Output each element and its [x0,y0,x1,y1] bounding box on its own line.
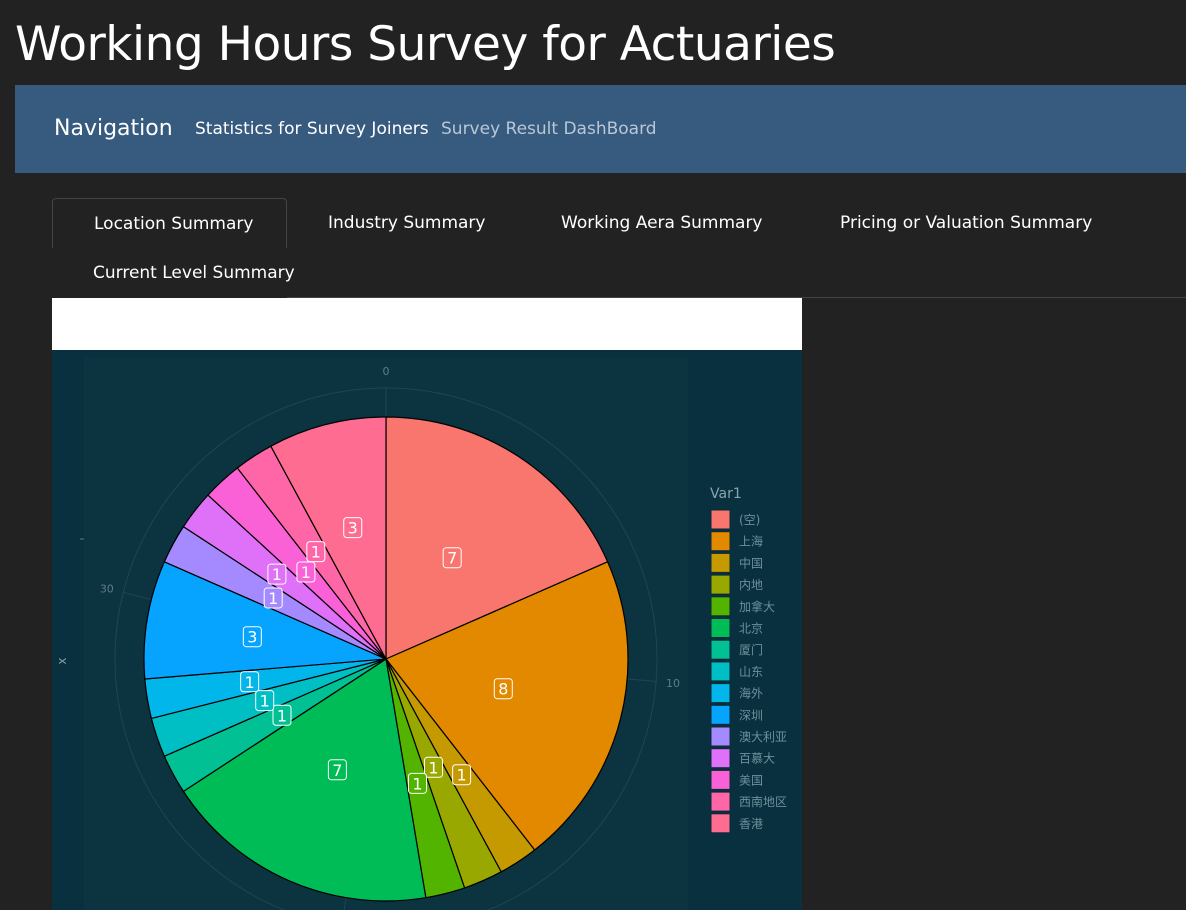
data-label-text: 1 [277,706,287,725]
pie-slices [143,416,629,902]
x-axis-label: x [55,657,69,664]
data-label-0: 7 [442,547,462,569]
legend-label-12: 美国 [739,773,763,787]
navbar: Navigation Statistics for Survey Joiners… [15,85,1186,173]
data-label-text: 1 [311,543,321,562]
navbar-brand[interactable]: Navigation [54,85,173,173]
legend-label-9: 深圳 [739,708,763,722]
legend-key-10 [710,726,731,747]
legend-key-0 [710,509,731,530]
data-label-text: 1 [412,774,422,793]
data-label-text: 7 [332,761,342,780]
page-title: Working Hours Survey for Actuaries [15,17,836,72]
legend-label-14: 香港 [739,817,763,831]
legend-label-2: 中国 [739,555,763,570]
legend-key-13 [710,791,731,812]
nav-link-dashboard[interactable]: Survey Result DashBoard [441,85,657,173]
legend-key-5 [710,618,731,638]
data-label-text: 3 [348,519,358,538]
legend-label-3: 内地 [739,578,763,592]
data-label-text: 1 [268,589,278,608]
legend-label-11: 百慕大 [739,752,775,766]
data-label-9: 3 [242,626,262,648]
data-label-text: 1 [260,692,270,711]
data-label-12: 1 [296,561,316,583]
legend-label-13: 西南地区 [739,794,787,809]
data-label-2: 1 [452,764,472,786]
data-label-text: 1 [301,563,311,582]
data-label-text: 1 [457,766,467,785]
legend-label-8: 海外 [739,686,763,701]
legend-label-4: 加拿大 [739,599,775,614]
data-label-8: 1 [240,671,260,693]
data-label-text: 1 [428,758,438,777]
legend-key-9 [710,704,731,725]
legend-key-14 [710,813,731,834]
data-label-4: 1 [407,772,427,794]
legend-key-2 [710,552,731,573]
data-label-text: 3 [247,628,257,647]
tab-current-level-summary[interactable]: Current Level Summary [93,248,295,298]
legend-key-11 [710,748,731,769]
data-label-13: 1 [306,541,326,563]
legend-key-1 [710,531,731,552]
plot-header-band [52,298,802,350]
data-label-11: 1 [267,563,287,585]
data-label-10: 1 [263,587,283,609]
data-label-text: 8 [498,680,508,699]
legend: (空) 上海中国内地加拿大北京厦门山东海外深圳澳大利亚百慕大美国西南地区香港 [710,509,787,834]
tab-location-summary[interactable]: Location Summary [52,198,287,248]
legend-label-7: 山东 [739,665,763,679]
tick-label-10: 10 [666,677,680,690]
legend-key-12 [710,769,731,790]
legend-label-6: 厦门 [739,642,763,657]
tab-pricing-valuation-summary[interactable]: Pricing or Valuation Summary [840,198,1092,248]
tab-working-area-summary[interactable]: Working Aera Summary [561,198,763,248]
legend-label-5: 北京 [739,622,763,636]
data-label-text: 1 [272,565,282,584]
data-label-5: 7 [327,759,347,781]
tab-industry-summary[interactable]: Industry Summary [328,198,485,248]
data-label-7: 1 [255,690,275,712]
legend-label-0: (空) [739,513,760,527]
pie-chart: 0 10 30 x 781117111311 113 Var1 (空)上海中国内地… [55,358,787,910]
nav-link-statistics[interactable]: Statistics for Survey Joiners [195,85,429,173]
legend-key-7 [710,661,731,682]
legend-label-1: 上海 [739,534,763,549]
legend-key-6 [710,639,731,660]
legend-label-10: 澳大利亚 [739,730,787,744]
legend-key-3 [710,574,731,595]
data-label-14: 3 [343,517,363,539]
data-label-1: 8 [493,678,513,700]
legend-key-8 [710,683,731,704]
tick-label-30: 30 [100,582,114,595]
legend-key-4 [710,596,731,617]
legend-title: Var1 [710,486,742,502]
data-label-text: 7 [447,549,457,568]
data-label-6: 1 [272,704,292,726]
tick-label-0: 0 [383,365,390,378]
data-label-text: 1 [245,673,255,692]
data-label-3: 1 [424,756,444,778]
